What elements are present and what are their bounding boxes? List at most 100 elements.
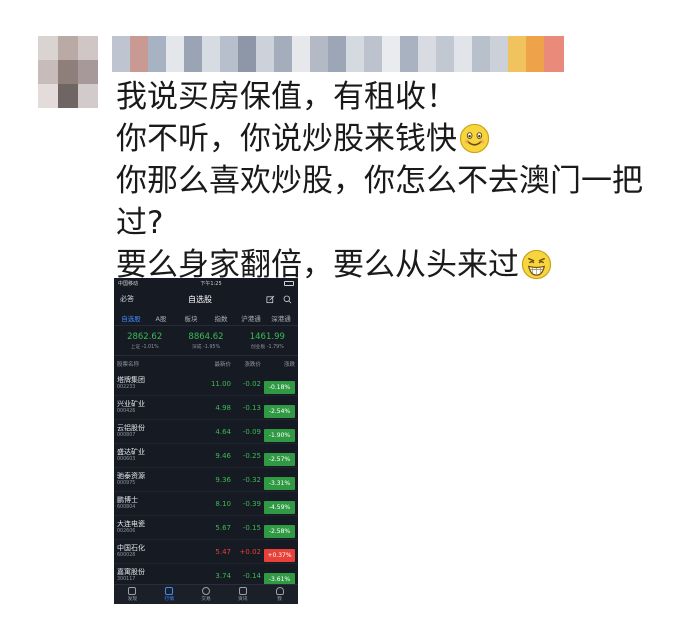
stock-name-cell: 云铝股份 000807 — [117, 424, 179, 439]
nav-market[interactable]: 行情 — [151, 585, 188, 604]
search-icon[interactable] — [283, 295, 292, 304]
page-title: 自选股 — [188, 294, 212, 304]
stock-code: 600804 — [117, 505, 136, 510]
trade-icon — [201, 587, 210, 595]
nav-label: 行情 — [164, 597, 174, 602]
index-value: 1461.99 — [249, 331, 285, 342]
index-sub: 深成 -1.95% — [191, 344, 221, 350]
stock-percent-cell: -0.18% — [261, 374, 295, 394]
user-icon — [275, 587, 284, 595]
stock-name-cell: 驰泰资源 000975 — [117, 472, 179, 487]
avatar[interactable] — [38, 36, 98, 108]
index-value: 8864.62 — [188, 331, 224, 342]
percent-badge[interactable]: +0.37% — [264, 548, 295, 562]
nav-discover[interactable]: 发现 — [114, 585, 151, 604]
stock-name-cell: 中国石化 600028 — [117, 544, 179, 559]
stock-name: 鹏博士 — [117, 496, 138, 504]
index-card[interactable]: 8864.62 深成 -1.95% — [175, 332, 236, 350]
percent-badge[interactable]: -0.18% — [264, 380, 295, 394]
nav-label: 我 — [277, 597, 282, 602]
stock-name-cell: 兴业矿业 000426 — [117, 400, 179, 415]
nav-label: 资讯 — [237, 597, 248, 602]
column-price[interactable]: 最新价 — [179, 360, 231, 368]
index-sub: 上证 -1.01% — [130, 344, 159, 350]
percent-badge[interactable]: -2.54% — [264, 404, 295, 418]
nav-news[interactable]: 资讯 — [224, 585, 261, 604]
stock-change: -0.14 — [242, 571, 261, 580]
stock-price: 4.64 — [215, 427, 231, 436]
index-card[interactable]: 1461.99 创业板 -1.79% — [237, 332, 298, 350]
stock-name: 驰泰资源 — [117, 472, 145, 480]
status-bar: 中国移动 下午1:25 — [114, 278, 298, 288]
stock-code: 600028 — [117, 553, 136, 558]
tab-sectors[interactable]: 板块 — [176, 313, 206, 323]
table-row[interactable]: 塔牌集团 002233 11.00 -0.02 -0.18% — [114, 372, 298, 396]
percent-badge[interactable]: -2.57% — [264, 452, 295, 466]
stock-percent-cell: -1.90% — [261, 422, 295, 442]
stock-name: 中国石化 — [117, 544, 145, 552]
header-left-button[interactable]: 必答 — [120, 294, 134, 304]
percent-badge[interactable]: -2.58% — [264, 524, 295, 538]
app-header: 必答 自选股 — [114, 288, 298, 310]
stock-app-screenshot[interactable]: 中国移动 下午1:25 必答 自选股 自选股 A股 板块 指数 沪港通 深港通 … — [114, 278, 298, 604]
stock-percent-cell: -2.58% — [261, 518, 295, 538]
stock-name: 嘉寓股份 — [117, 568, 145, 576]
table-row[interactable]: 中国石化 600028 5.47 +0.02 +0.37% — [114, 540, 298, 564]
stock-code: 000807 — [117, 433, 136, 438]
stock-price: 11.00 — [210, 379, 231, 388]
nav-me[interactable]: 我 — [261, 585, 298, 604]
tab-watchlist[interactable]: 自选股 — [116, 313, 146, 323]
stock-code: 002233 — [117, 385, 136, 390]
stock-name-cell: 鹏博士 600804 — [117, 496, 179, 511]
column-name[interactable]: 股票名称 — [117, 360, 179, 368]
stock-list: 塔牌集团 002233 11.00 -0.02 -0.18% 兴业矿业 000426 4.98… — [114, 372, 298, 588]
table-row[interactable]: 盛达矿业 000603 9.46 -0.25 -2.57% — [114, 444, 298, 468]
stock-change: -0.25 — [242, 451, 261, 460]
stock-name-cell: 盛达矿业 000603 — [117, 448, 179, 463]
percent-badge[interactable]: -1.90% — [264, 428, 295, 442]
stock-change: -0.39 — [242, 499, 261, 508]
edit-icon[interactable] — [266, 295, 275, 304]
stock-code: 000975 — [117, 481, 136, 486]
percent-badge[interactable]: -3.31% — [264, 476, 295, 490]
nav-trade[interactable]: 交易 — [188, 585, 225, 604]
smile-emoji-icon — [459, 123, 490, 154]
stock-percent-cell: -2.57% — [261, 446, 295, 466]
stock-name: 兴业矿业 — [117, 400, 145, 408]
stock-name: 盛达矿业 — [117, 448, 145, 456]
stock-name: 塔牌集团 — [117, 376, 145, 384]
stock-change: -0.09 — [242, 427, 261, 436]
stock-name-cell: 大连电瓷 002606 — [117, 520, 179, 535]
stock-change: +0.02 — [239, 547, 261, 556]
stock-change: -0.13 — [242, 403, 261, 412]
stock-code: 000603 — [117, 457, 136, 462]
stock-name-cell: 塔牌集团 002233 — [117, 376, 179, 391]
tab-sz-hk-connect[interactable]: 深港通 — [266, 313, 296, 323]
table-row[interactable]: 大连电瓷 002606 5.67 -0.15 -2.58% — [114, 516, 298, 540]
stock-price: 5.47 — [215, 547, 231, 556]
tab-sh-hk-connect[interactable]: 沪港通 — [236, 313, 266, 323]
carrier-label: 中国移动 — [118, 280, 139, 287]
stock-price: 9.36 — [215, 475, 231, 484]
bottom-nav: 发现 行情 交易 资讯 我 — [114, 584, 298, 604]
stock-name: 云铝股份 — [117, 424, 145, 432]
stock-percent-cell: -3.31% — [261, 470, 295, 490]
post-line-4: 过? — [116, 205, 164, 241]
tab-indices[interactable]: 指数 — [206, 313, 236, 323]
index-card[interactable]: 2862.62 上证 -1.01% — [114, 332, 175, 350]
stock-percent-cell: -2.54% — [261, 398, 295, 418]
post-line-3: 你那么喜欢炒股，你怎么不去澳门一把 — [116, 163, 643, 199]
column-percent[interactable]: 涨跌 — [261, 360, 295, 368]
table-row[interactable]: 驰泰资源 000975 9.36 -0.32 -3.31% — [114, 468, 298, 492]
table-row[interactable]: 鹏博士 600804 8.10 -0.39 -4.59% — [114, 492, 298, 516]
tab-a-shares[interactable]: A股 — [146, 313, 176, 323]
percent-badge[interactable]: -4.59% — [264, 500, 295, 514]
table-row[interactable]: 云铝股份 000807 4.64 -0.09 -1.90% — [114, 420, 298, 444]
stock-change: -0.32 — [242, 475, 261, 484]
column-change[interactable]: 涨跌价 — [231, 360, 261, 368]
stock-code: 300117 — [117, 577, 136, 582]
stock-percent-cell: +0.37% — [261, 542, 295, 562]
index-value: 2862.62 — [127, 331, 163, 342]
stock-price: 4.98 — [215, 403, 231, 412]
table-row[interactable]: 兴业矿业 000426 4.98 -0.13 -2.54% — [114, 396, 298, 420]
